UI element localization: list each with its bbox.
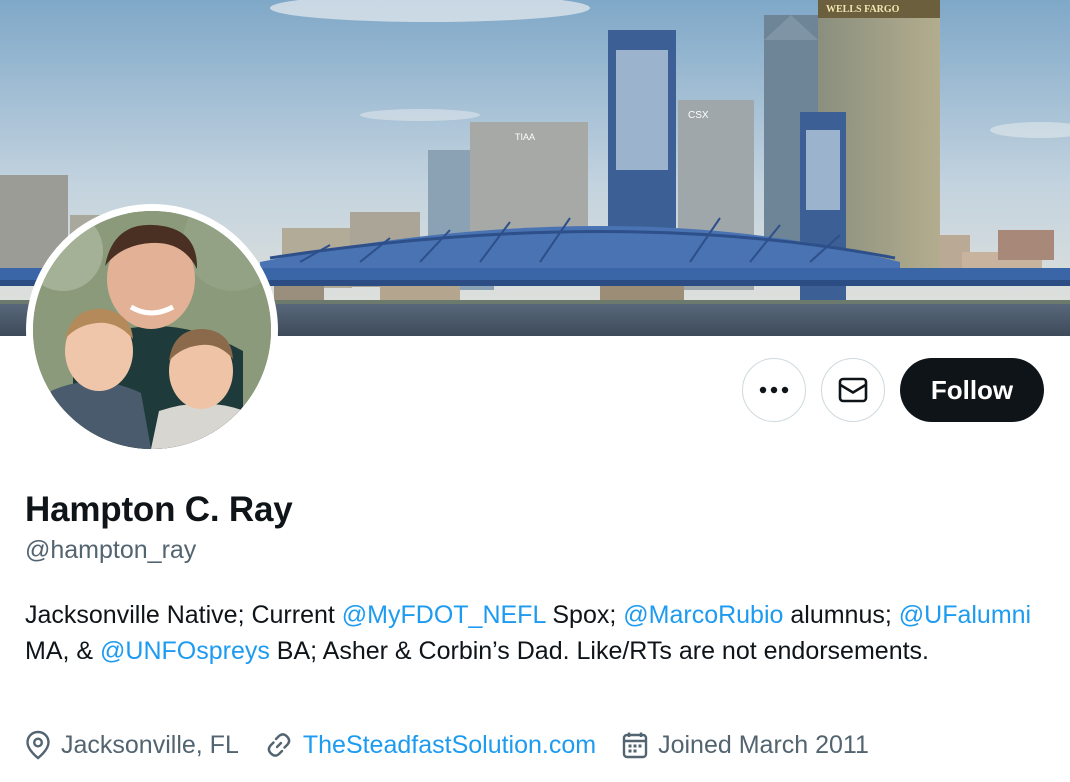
bio-text: alumnus;: [783, 601, 899, 629]
location-text: Jacksonville, FL: [61, 730, 239, 759]
profile-meta: Jacksonville, FL TheSteadfastSolution.co…: [25, 726, 895, 764]
more-options-button[interactable]: [742, 358, 806, 422]
joined-text: Joined March 2011: [658, 730, 869, 759]
ellipsis-icon: [759, 386, 789, 394]
location-item: Jacksonville, FL: [25, 730, 239, 760]
bio-text: BA; Asher & Corbin’s Dad. Like/RTs are n…: [269, 637, 929, 665]
bio-text: Spox;: [545, 601, 624, 629]
bio-mention-myfdot[interactable]: @MyFDOT_NEFL: [342, 601, 546, 629]
website-link[interactable]: TheSteadfastSolution.com: [303, 731, 596, 760]
follow-button[interactable]: Follow: [900, 358, 1044, 422]
location-pin-icon: [26, 730, 50, 760]
bio-text: Jacksonville Native; Current: [25, 601, 342, 629]
profile-avatar[interactable]: [26, 204, 278, 456]
profile-bio: Jacksonville Native; Current @MyFDOT_NEF…: [25, 597, 1045, 669]
follow-button-label: Follow: [930, 374, 1014, 405]
wells-fargo-sign: WELLS FARGO: [826, 4, 900, 15]
profile-handle: @hampton_ray: [25, 536, 197, 564]
bio-mention-unfospreys[interactable]: @UNFOspreys: [100, 637, 270, 665]
profile-name: Hampton C. Ray: [25, 490, 293, 529]
envelope-icon: [838, 377, 868, 403]
link-icon: [267, 733, 291, 757]
avatar-photo: [33, 211, 271, 449]
joined-item: Joined March 2011: [622, 731, 869, 760]
message-button[interactable]: [821, 358, 885, 422]
calendar-icon: [622, 732, 648, 759]
website-item[interactable]: TheSteadfastSolution.com: [265, 731, 596, 760]
bio-text: MA, &: [25, 637, 101, 665]
csx-sign: CSX: [688, 110, 709, 121]
tiaa-sign: TIAA: [515, 132, 535, 142]
bio-mention-ufalumni[interactable]: @UFalumni: [899, 601, 1031, 629]
bio-mention-marcorubio[interactable]: @MarcoRubio: [623, 601, 783, 629]
